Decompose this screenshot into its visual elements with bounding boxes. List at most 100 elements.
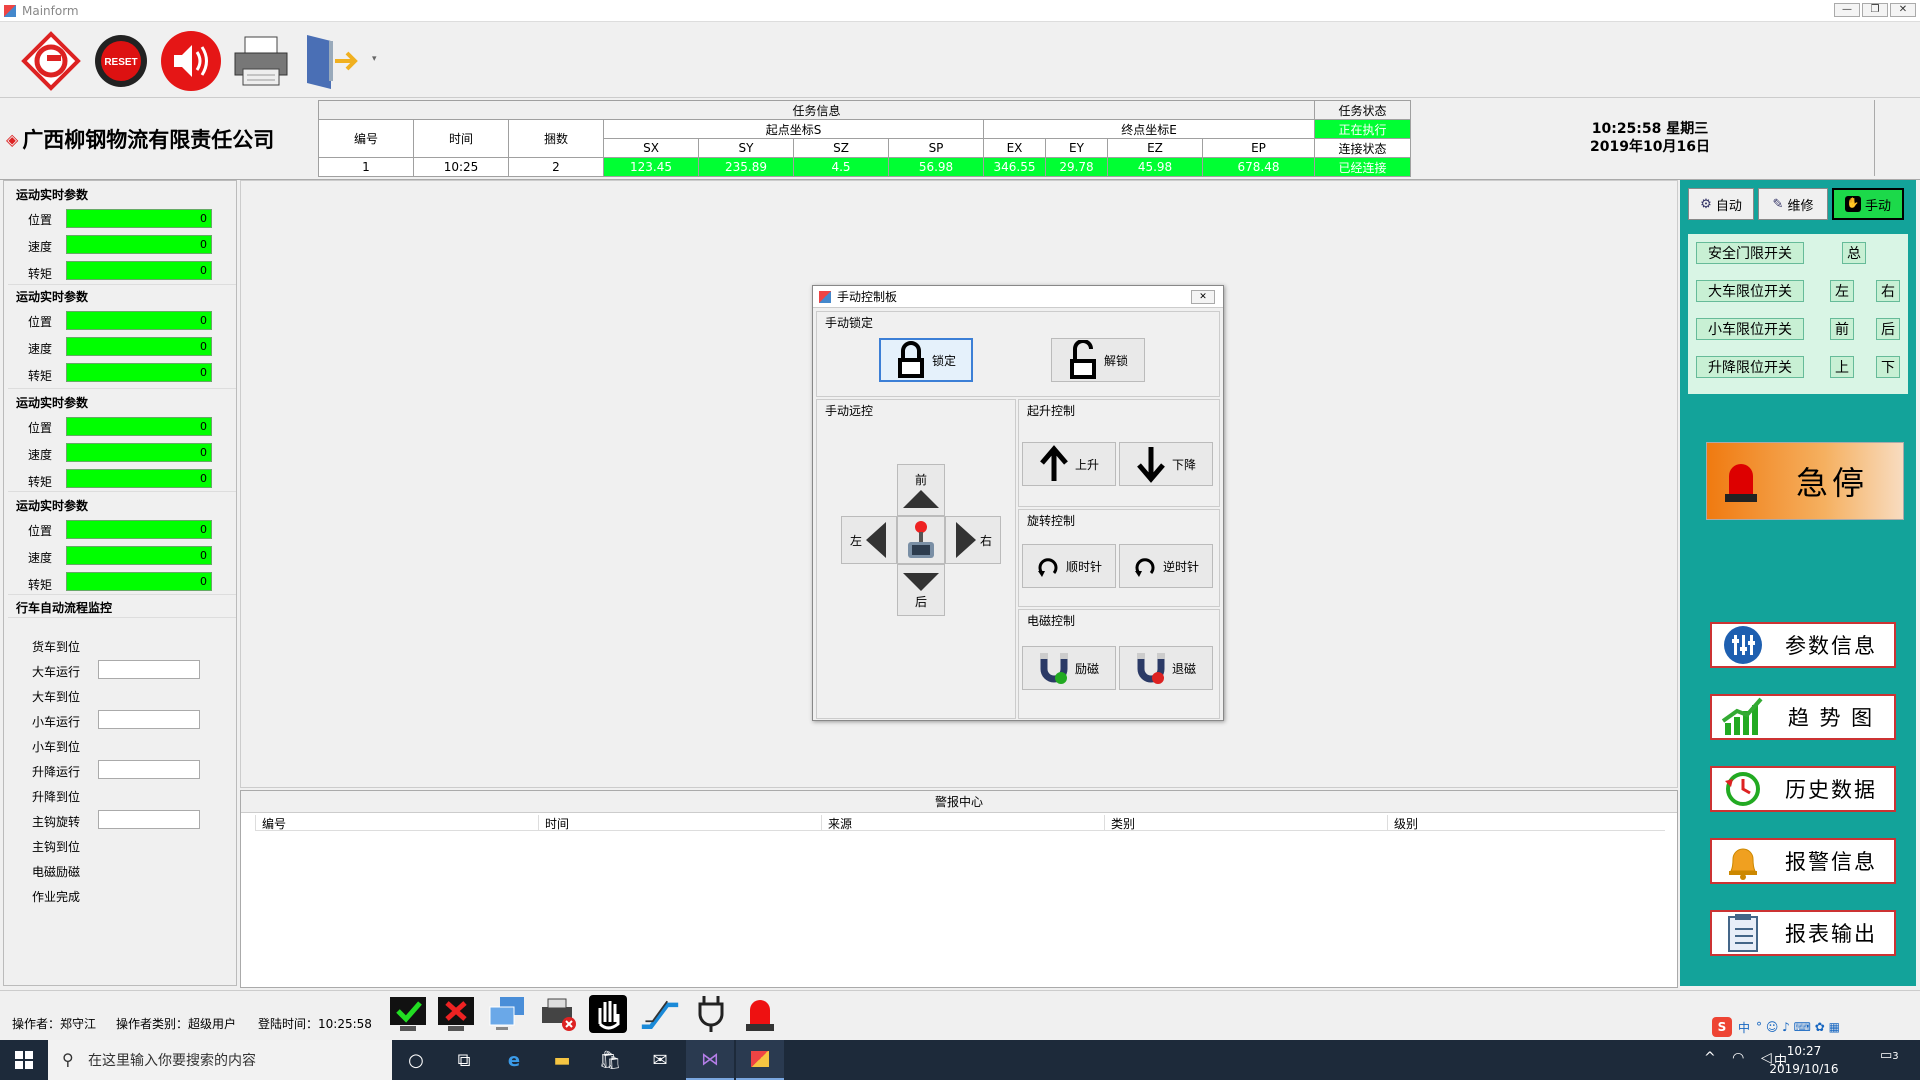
unlock-button[interactable]: 解锁 [1051,338,1145,382]
unlock-icon [1069,340,1096,379]
store-icon[interactable]: 🛍 [586,1040,634,1080]
motion-params-title: 运动实时参数 [16,188,89,202]
alarm-col-source[interactable]: 来源 [821,815,852,831]
stop-hand-icon[interactable] [588,994,628,1034]
windows-start-icon[interactable] [0,1040,48,1080]
alarm-table-header: 编号 时间 来源 类别 级别 [255,813,1665,831]
coord-value: 235.89 [698,157,794,177]
status-connection-label: 连接状态 [1314,138,1411,158]
flow-step: 大车到位 [32,690,81,704]
mode-manual-button[interactable]: ✋ 手动 [1832,188,1904,220]
right-button[interactable]: 右 [945,516,1001,564]
divider [8,617,236,618]
excite-button[interactable]: 励磁 [1022,646,1116,690]
hand-icon: ✋ [1844,196,1861,212]
close-button[interactable]: ✕ [1890,3,1916,17]
app-window-icon[interactable] [736,1040,784,1080]
escalator-icon[interactable] [640,994,680,1034]
report-icon [1718,913,1768,953]
backward-button[interactable]: 后 [897,564,945,616]
magnet-off-icon [1136,653,1165,684]
nav-alarm-button[interactable]: 报警信息 [1710,838,1896,884]
raise-button[interactable]: 上升 [1022,442,1116,486]
confirm-icon[interactable] [388,994,428,1034]
mode-auto-button[interactable]: ⚙ 自动 [1688,188,1754,220]
ime-toolbar[interactable]: S 中 ° ☺ ♪ ⌨ ✿ ▦ [1712,1016,1918,1038]
rotate-group: 旋转控制 顺时针 逆时针 [1018,509,1220,607]
alarm-col-id[interactable]: 编号 [255,815,286,831]
nav-params-button[interactable]: 参数信息 [1710,622,1896,668]
param-label: 转矩 [28,578,53,592]
taskbar-clock[interactable]: 10:27 2019/10/16 [1744,1042,1864,1078]
cortana-icon[interactable]: ○ [392,1040,440,1080]
toolbar-overflow-icon[interactable]: ▾ [372,54,377,64]
flow-step: 电磁励磁 [32,865,81,879]
alarm-col-category[interactable]: 类别 [1104,815,1135,831]
alarm-light-icon[interactable] [740,994,780,1034]
exit-icon[interactable] [298,30,364,92]
motion-params-title: 运动实时参数 [16,499,89,513]
logo-icon[interactable] [18,30,84,92]
joystick-center[interactable] [897,516,945,564]
nav-trend-button[interactable]: 趋 势 图 [1710,694,1896,740]
raise-label: 上升 [1074,457,1099,472]
lock-button[interactable]: 锁定 [879,338,973,382]
visual-studio-icon[interactable]: ⋈ [686,1040,734,1080]
flow-monitor-title: 行车自动流程监控 [16,601,113,615]
task-view-icon[interactable]: ⧉ [440,1040,488,1080]
param-label: 速度 [28,551,53,565]
left-button[interactable]: 左 [841,516,897,564]
flow-step: 小车运行 [32,715,81,729]
nav-history-button[interactable]: 历史数据 [1710,766,1896,812]
alarm-col-level[interactable]: 级别 [1387,815,1418,831]
reset-button[interactable]: RESET [88,30,154,92]
lock-group-title: 手动锁定 [825,316,874,330]
maximize-button[interactable]: ❐ [1862,3,1888,17]
mode-manual-label: 手动 [1864,198,1891,214]
param-label: 位置 [28,421,53,435]
param-value-bar: 0 [66,520,212,539]
counterclockwise-button[interactable]: 逆时针 [1119,544,1213,588]
coord-head: EZ [1107,138,1203,158]
trend-chart-icon [1718,697,1768,737]
flow-step: 作业完成 [32,890,81,904]
lower-button[interactable]: 下降 [1119,442,1213,486]
taskbar-search-input[interactable]: ⚲ 在这里输入你要搜索的内容 [48,1040,392,1080]
limit-cart: 大车限位开关 [1696,280,1804,302]
lift-group-title: 起升控制 [1027,404,1076,418]
mode-auto-label: 自动 [1715,198,1742,214]
flow-progress-field [98,710,200,729]
emergency-stop-button[interactable]: 急停 [1706,442,1904,520]
nav-alarm-label: 报警信息 [1785,850,1877,874]
cancel-icon[interactable] [436,994,476,1034]
speaker-icon[interactable] [158,30,224,92]
mode-maintenance-button[interactable]: ✎ 维修 [1758,188,1828,220]
unlock-label: 解锁 [1103,353,1128,368]
plug-icon[interactable] [692,994,732,1034]
dialog-titlebar: 手动控制板 ✕ [813,286,1223,308]
printer-error-icon[interactable] [538,994,578,1034]
printer-icon[interactable] [228,30,294,92]
divider [8,284,236,285]
coord-value: 29.78 [1045,157,1108,177]
limit-switch-panel: 安全门限开关 总 大车限位开关 左 右 小车限位开关 前 后 升降限位开关 上 … [1688,234,1908,394]
network-icon[interactable] [488,994,528,1034]
clockwise-button[interactable]: 顺时针 [1022,544,1116,588]
notification-center-icon[interactable]: ▭3 [1880,1048,1910,1072]
nav-report-button[interactable]: 报表输出 [1710,910,1896,956]
mail-icon[interactable]: ✉ [636,1040,684,1080]
right-panel: ⚙ 自动 ✎ 维修 ✋ 手动 安全门限开关 总 大车限位开关 左 右 小车限位开… [1680,180,1916,986]
coord-head: SP [888,138,984,158]
param-label: 速度 [28,240,53,254]
demagnetize-button[interactable]: 退磁 [1119,646,1213,690]
forward-button[interactable]: 前 [897,464,945,516]
minimize-button[interactable]: — [1834,3,1860,17]
alarm-col-time[interactable]: 时间 [538,815,569,831]
emergency-stop-label: 急停 [1795,464,1868,502]
edge-browser-icon[interactable]: e [490,1040,538,1080]
sogou-icon: S [1712,1017,1732,1037]
param-label: 转矩 [28,267,53,281]
dialog-close-button[interactable]: ✕ [1191,290,1215,304]
file-explorer-icon[interactable]: ▬ [538,1040,586,1080]
magnet-group-title: 电磁控制 [1027,614,1076,628]
